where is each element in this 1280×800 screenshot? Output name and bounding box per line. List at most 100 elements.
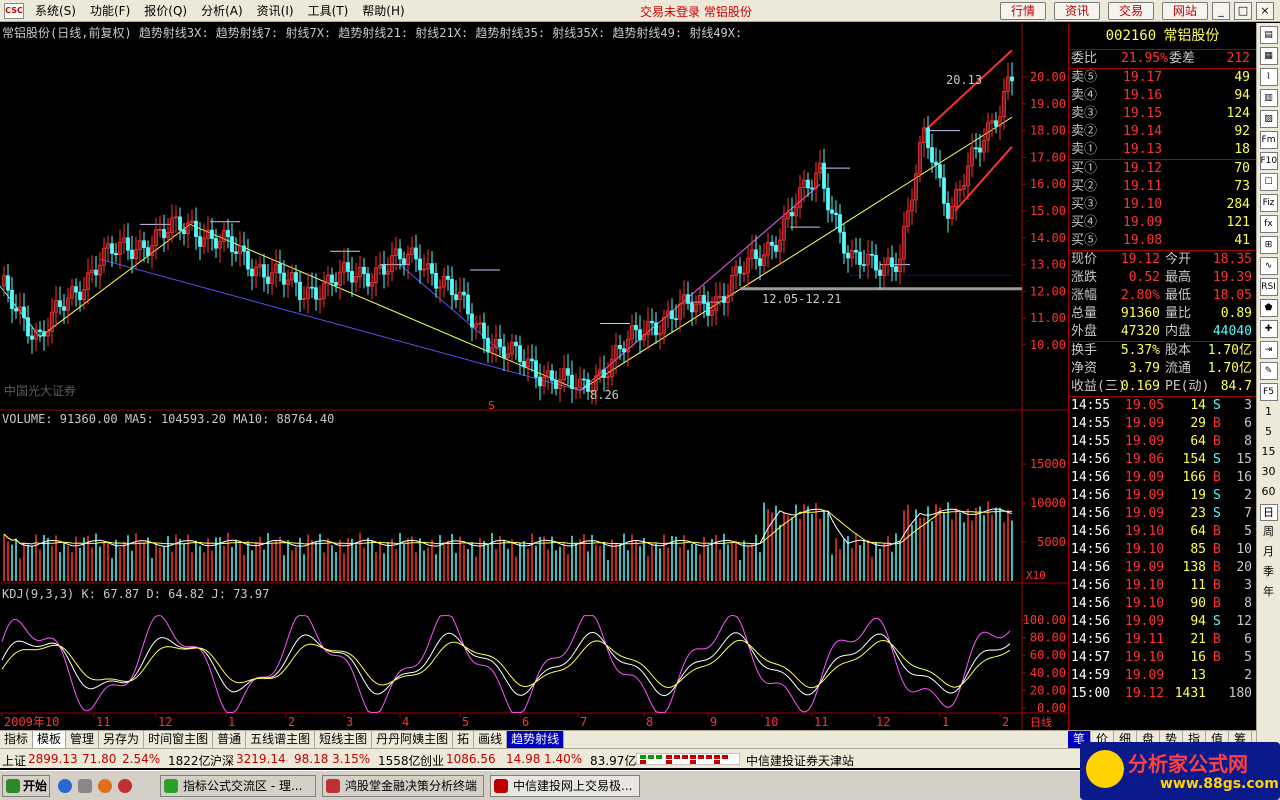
tab-time-window[interactable]: 时间窗主图 (144, 730, 214, 749)
trend-ray-line (579, 116, 1013, 391)
side-tool-icon[interactable]: 月 (1259, 544, 1278, 561)
candle-body (946, 202, 950, 219)
trade-button[interactable]: 交易 (1108, 2, 1154, 20)
tab-template[interactable]: 模板 (33, 730, 67, 749)
stock-title: 002160 常铝股份 (1069, 23, 1256, 49)
menu-function[interactable]: 功能(F) (83, 2, 137, 19)
menu-analysis[interactable]: 分析(A) (194, 2, 250, 19)
candle-body (826, 187, 830, 211)
side-tool-icon[interactable]: ▨ (1259, 110, 1278, 128)
tick-row: 14:56 19.06 154 S 15 (1071, 452, 1252, 467)
side-tool-icon[interactable]: ▤ (1259, 26, 1278, 44)
task-forum[interactable]: 指标公式交流区 - 理... (160, 775, 316, 797)
side-tool-icon[interactable]: Fiz (1259, 194, 1278, 212)
candle-body (210, 229, 214, 239)
candle-body (446, 275, 450, 280)
side-tool-icon[interactable]: ⌇ (1259, 68, 1278, 86)
tick-list[interactable]: 14:55 19.05 14 S 3 14:55 19.09 29 B 6 14:55 19.09 64… (1069, 397, 1256, 703)
side-tool-icon[interactable]: RSI (1259, 278, 1278, 296)
date-tick-label: 4 (402, 715, 409, 729)
menu-help[interactable]: 帮助(H) (355, 2, 411, 19)
stock-terminal-window: CSC 系统(S) 功能(F) 报价(Q) 分析(A) 资讯(I) 工具(T) … (0, 0, 1280, 800)
kdj-axis: 100.00 80.00 60.00 40.00 20.00 0.00 (1022, 613, 1066, 715)
tick-row: 14:56 19.11 21 B 6 (1071, 632, 1252, 647)
kdj-tick-label: 40.00 (1030, 666, 1066, 680)
side-tool-icon[interactable]: 1 (1259, 404, 1278, 421)
candle-body (42, 331, 46, 337)
candle-body (278, 263, 282, 274)
side-tool-icon[interactable]: F10 (1259, 152, 1278, 170)
menu-system[interactable]: 系统(S) (28, 2, 83, 19)
kdj-tick-label: 60.00 (1030, 648, 1066, 662)
stats-row: 换手 5.37% 股本 1.70亿 (1071, 343, 1252, 358)
candle-body (846, 252, 850, 259)
side-tool-icon[interactable]: 季 (1259, 564, 1278, 581)
sz-index-value: 3219.14 (236, 752, 286, 766)
maximize-icon[interactable]: □ (1234, 2, 1252, 20)
side-tool-icon[interactable]: 15 (1259, 444, 1278, 461)
quote-button[interactable]: 行情 (1000, 2, 1046, 20)
close-icon[interactable]: × (1256, 2, 1274, 20)
side-tool-icon[interactable]: 60 (1259, 484, 1278, 501)
website-button[interactable]: 网站 (1162, 2, 1208, 20)
tab-trend-ray[interactable]: 趋势射线 (507, 730, 565, 749)
side-tool-icon[interactable]: 年 (1259, 584, 1278, 601)
side-tool-icon[interactable]: ✎ (1259, 362, 1278, 380)
task-terminal[interactable]: 鸿股堂金融决策分析终端 (322, 775, 484, 797)
tab-short-line[interactable]: 短线主图 (315, 730, 373, 749)
app-icon[interactable] (118, 779, 132, 793)
tab-normal[interactable]: 普通 (213, 730, 247, 749)
menu-quote[interactable]: 报价(Q) (137, 2, 194, 19)
start-button[interactable]: 开始 (2, 775, 50, 797)
candle-body (834, 212, 838, 216)
side-tool-icon[interactable]: F5 (1259, 383, 1278, 401)
side-tool-icon[interactable]: 5 (1259, 424, 1278, 441)
ie-icon[interactable] (58, 779, 72, 793)
watermark-logo-icon (1086, 750, 1124, 788)
side-tool-icon[interactable]: ⊞ (1259, 236, 1278, 254)
tab-indicator[interactable]: 指标 (0, 730, 34, 749)
side-tool-icon[interactable]: fx (1259, 215, 1278, 233)
kline-chart[interactable]: 常铝股份(日线,前复权) 趋势射线3X: 趋势射线7: 射线7X: 趋势射线21… (0, 23, 1068, 730)
date-tick-label: 12 (876, 715, 890, 729)
media-icon[interactable] (98, 779, 112, 793)
candle-body (198, 236, 202, 247)
quicklaunch-icon[interactable] (78, 779, 92, 793)
side-tool-icon[interactable]: 周 (1259, 524, 1278, 541)
menu-tools[interactable]: 工具(T) (301, 2, 356, 19)
tick-row: 14:57 19.10 16 B 5 (1071, 650, 1252, 665)
date-unit: 日线 (1030, 715, 1052, 729)
tab-manage[interactable]: 管理 (66, 730, 100, 749)
side-tool-icon[interactable]: ✚ (1259, 320, 1278, 338)
indicator-tab-bar: 指标 模板 管理 另存为 时间窗主图 普通 五线谱主图 短线主图 丹丹阿姨主图 … (0, 730, 1256, 749)
side-tool-icon[interactable]: ⬟ (1259, 299, 1278, 317)
date-tick-label: 11 (96, 715, 110, 729)
side-tool-icon[interactable]: 30 (1259, 464, 1278, 481)
volume-axis: 15000 10000 5000 (1022, 457, 1066, 549)
menu-info[interactable]: 资讯(I) (250, 2, 301, 19)
tab-expand[interactable]: 拓 (453, 730, 475, 749)
stats-row: 总量 91360 量比 0.89 (1071, 306, 1252, 321)
side-tool-icon[interactable]: ∿ (1259, 257, 1278, 275)
side-tool-icon[interactable]: ▥ (1259, 89, 1278, 107)
info-button[interactable]: 资讯 (1054, 2, 1100, 20)
candle-body (854, 249, 858, 253)
date-tick-label: 1 (228, 715, 235, 729)
side-tool-icon[interactable]: ☐ (1259, 173, 1278, 191)
tab-draw-line[interactable]: 画线 (474, 730, 508, 749)
task-trading[interactable]: 中信建投网上交易极... (490, 775, 640, 797)
candle-body (78, 291, 82, 301)
candle-body (754, 249, 758, 260)
candle-body (634, 325, 638, 331)
side-tool-icon[interactable]: ⇥ (1259, 341, 1278, 359)
candle-body (810, 187, 814, 190)
tab-save-as[interactable]: 另存为 (99, 730, 145, 749)
kline-chart-area[interactable]: 常铝股份(日线,前复权) 趋势射线3X: 趋势射线7: 射线7X: 趋势射线21… (0, 23, 1068, 730)
side-tool-icon[interactable]: Fm (1259, 131, 1278, 149)
stats-row: 收益(三) 0.169 PE(动) 84.7 (1071, 379, 1252, 394)
side-tool-icon[interactable]: ▦ (1259, 47, 1278, 65)
tab-dandan[interactable]: 丹丹阿姨主图 (372, 730, 454, 749)
side-tool-icon[interactable]: 日 (1259, 504, 1278, 521)
tab-staff[interactable]: 五线谱主图 (246, 730, 316, 749)
minimize-icon[interactable]: _ (1212, 2, 1230, 20)
